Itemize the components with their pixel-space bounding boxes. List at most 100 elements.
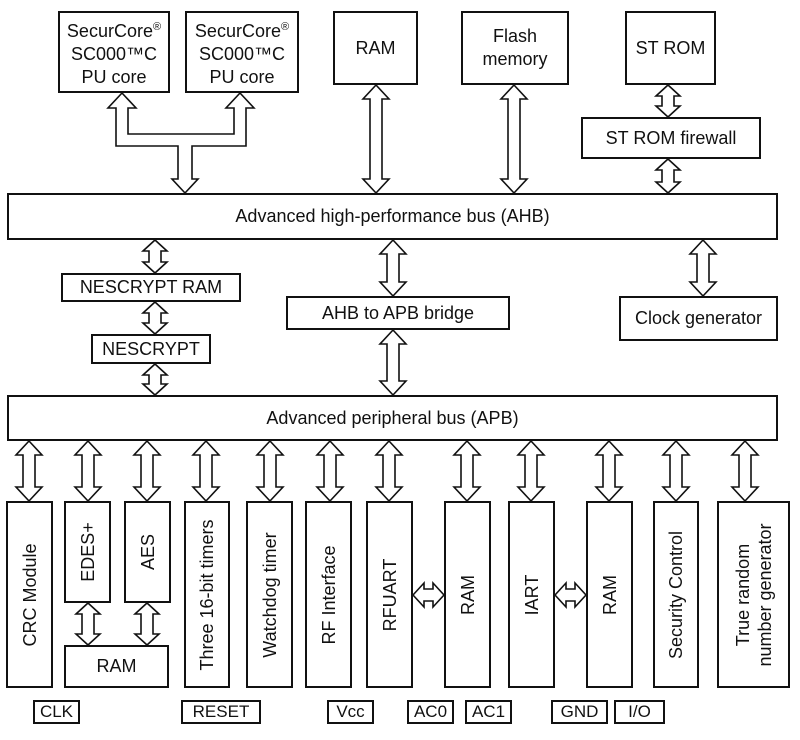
crc-module-box: CRC Module [6, 501, 53, 688]
apb-label: Advanced peripheral bus (APB) [266, 407, 519, 428]
pin-gnd: GND [551, 700, 608, 724]
st-rom-label: ST ROM [635, 37, 706, 58]
pin-clk: CLK [33, 700, 80, 724]
flash-memory-box: Flash memory [461, 11, 569, 85]
trng-line2: number generator [754, 522, 775, 667]
flash-line2: memory [482, 49, 548, 69]
flash-line1: Flash [492, 26, 537, 46]
cpu-core-2-line3: PU core [209, 66, 275, 87]
apb-rf-arrow-icon [315, 439, 345, 503]
cpu-core-1-line1: SecurCore [66, 20, 153, 41]
iart-ram-label: RAM [599, 574, 620, 615]
aes-ram-arrow-icon [132, 601, 162, 647]
apb-aes-arrow-icon [132, 439, 162, 503]
apb-iart-ram-arrow-icon [594, 439, 624, 503]
clock-generator-label: Clock generator [634, 308, 763, 328]
block-diagram: SecurCore® SC000™C PU core SecurCore® SC… [0, 0, 800, 740]
pin-vcc-label: Vcc [336, 702, 365, 721]
st-rom-box: ST ROM [625, 11, 716, 85]
cpu-core-2-line1: SecurCore [194, 20, 281, 41]
pin-vcc: Vcc [327, 700, 374, 724]
bridge-apb-arrow-icon [378, 328, 408, 397]
rf-interface-label: RF Interface [318, 544, 339, 645]
apb-crc-arrow-icon [14, 439, 44, 503]
registered-mark: ® [280, 20, 290, 33]
apb-rfuart-arrow-icon [374, 439, 404, 503]
cpu-core-2-box: SecurCore® SC000™C PU core [185, 11, 299, 93]
bridge-label: AHB to APB bridge [321, 302, 475, 323]
ahb-bridge-arrow-icon [378, 238, 408, 298]
crypto-ram-box: RAM [64, 645, 169, 688]
rfuart-box: RFUART [366, 501, 413, 688]
rfuart-ram-label: RAM [457, 574, 478, 615]
apb-bus: Advanced peripheral bus (APB) [7, 395, 778, 441]
rfuart-ram-box: RAM [444, 501, 491, 688]
nescryptram-nescrypt-arrow-icon [140, 300, 170, 336]
security-control-label: Security Control [666, 530, 686, 659]
apb-timers-arrow-icon [191, 439, 221, 503]
ahb-label: Advanced high-performance bus (AHB) [235, 206, 550, 226]
apb-edes-arrow-icon [73, 439, 103, 503]
ram-label: RAM [355, 37, 396, 58]
apb-security-arrow-icon [661, 439, 691, 503]
clock-generator-box: Clock generator [619, 296, 778, 341]
edes-ram-arrow-icon [73, 601, 103, 647]
pin-clk-label: CLK [39, 702, 74, 721]
rfuart-label: RFUART [379, 558, 400, 631]
security-control-box: Security Control [653, 501, 699, 688]
iart-box: IART [508, 501, 555, 688]
aes-box: AES [124, 501, 171, 603]
iart-ram-box: RAM [586, 501, 633, 688]
aes-label: AES [137, 533, 158, 571]
pin-io-label: I/O [628, 702, 651, 721]
apb-rfuart-ram-arrow-icon [452, 439, 482, 503]
nescrypt-box: NESCRYPT [91, 334, 211, 364]
cpu-core-2-line2: SC000™C [198, 43, 286, 64]
apb-iart-arrow-icon [516, 439, 546, 503]
rf-interface-box: RF Interface [305, 501, 352, 688]
pin-ac0-label: AC0 [413, 702, 448, 721]
timers-label: Three 16-bit timers [197, 518, 217, 671]
nescrypt-ram-box: NESCRYPT RAM [61, 273, 241, 302]
st-rom-firewall-box: ST ROM firewall [581, 117, 761, 159]
iart-ram-link-arrow-icon [553, 580, 588, 610]
ram-ahb-arrow-icon [361, 83, 391, 195]
rfuart-ram-link-arrow-icon [411, 580, 446, 610]
cpu-core-1-box: SecurCore® SC000™C PU core [58, 11, 170, 93]
pin-reset-label: RESET [192, 702, 250, 721]
pin-io: I/O [614, 700, 665, 724]
ahb-bus: Advanced high-performance bus (AHB) [7, 193, 778, 240]
pin-ac0: AC0 [407, 700, 454, 724]
edes-label: EDES+ [77, 522, 98, 582]
nescrypt-label: NESCRYPT [102, 338, 200, 359]
watchdog-label: Watchdog timer [259, 531, 280, 658]
apb-watchdog-arrow-icon [255, 439, 285, 503]
nescrypt-ram-label: NESCRYPT RAM [79, 277, 223, 297]
flash-ahb-arrow-icon [499, 83, 529, 195]
watchdog-timer-box: Watchdog timer [246, 501, 293, 688]
cpu-merge-arrow-icon [106, 91, 256, 195]
cpu-core-1-line3: PU core [81, 66, 147, 87]
nescrypt-apb-arrow-icon [140, 362, 170, 397]
crc-module-label: CRC Module [19, 542, 40, 647]
registered-mark: ® [152, 20, 162, 33]
cpu-core-1-line2: SC000™C [70, 43, 158, 64]
timers-box: Three 16-bit timers [184, 501, 230, 688]
pin-gnd-label: GND [560, 702, 599, 721]
apb-trng-arrow-icon [730, 439, 760, 503]
trng-box: True random number generator [717, 501, 790, 688]
firewall-ahb-arrow-icon [653, 157, 683, 195]
pin-reset: RESET [181, 700, 261, 724]
pin-ac1-label: AC1 [471, 702, 506, 721]
ahb-nescryptram-arrow-icon [140, 238, 170, 275]
trng-label: True random number generator [732, 523, 776, 666]
ahb-to-apb-bridge-box: AHB to APB bridge [286, 296, 510, 330]
st-rom-firewall-label: ST ROM firewall [605, 127, 737, 148]
ram-box: RAM [333, 11, 418, 85]
ahb-clock-arrow-icon [688, 238, 718, 298]
edes-box: EDES+ [64, 501, 111, 603]
crypto-ram-label: RAM [96, 656, 137, 676]
pin-ac1: AC1 [465, 700, 512, 724]
strom-firewall-arrow-icon [653, 83, 683, 119]
trng-line1: True random [732, 543, 753, 646]
